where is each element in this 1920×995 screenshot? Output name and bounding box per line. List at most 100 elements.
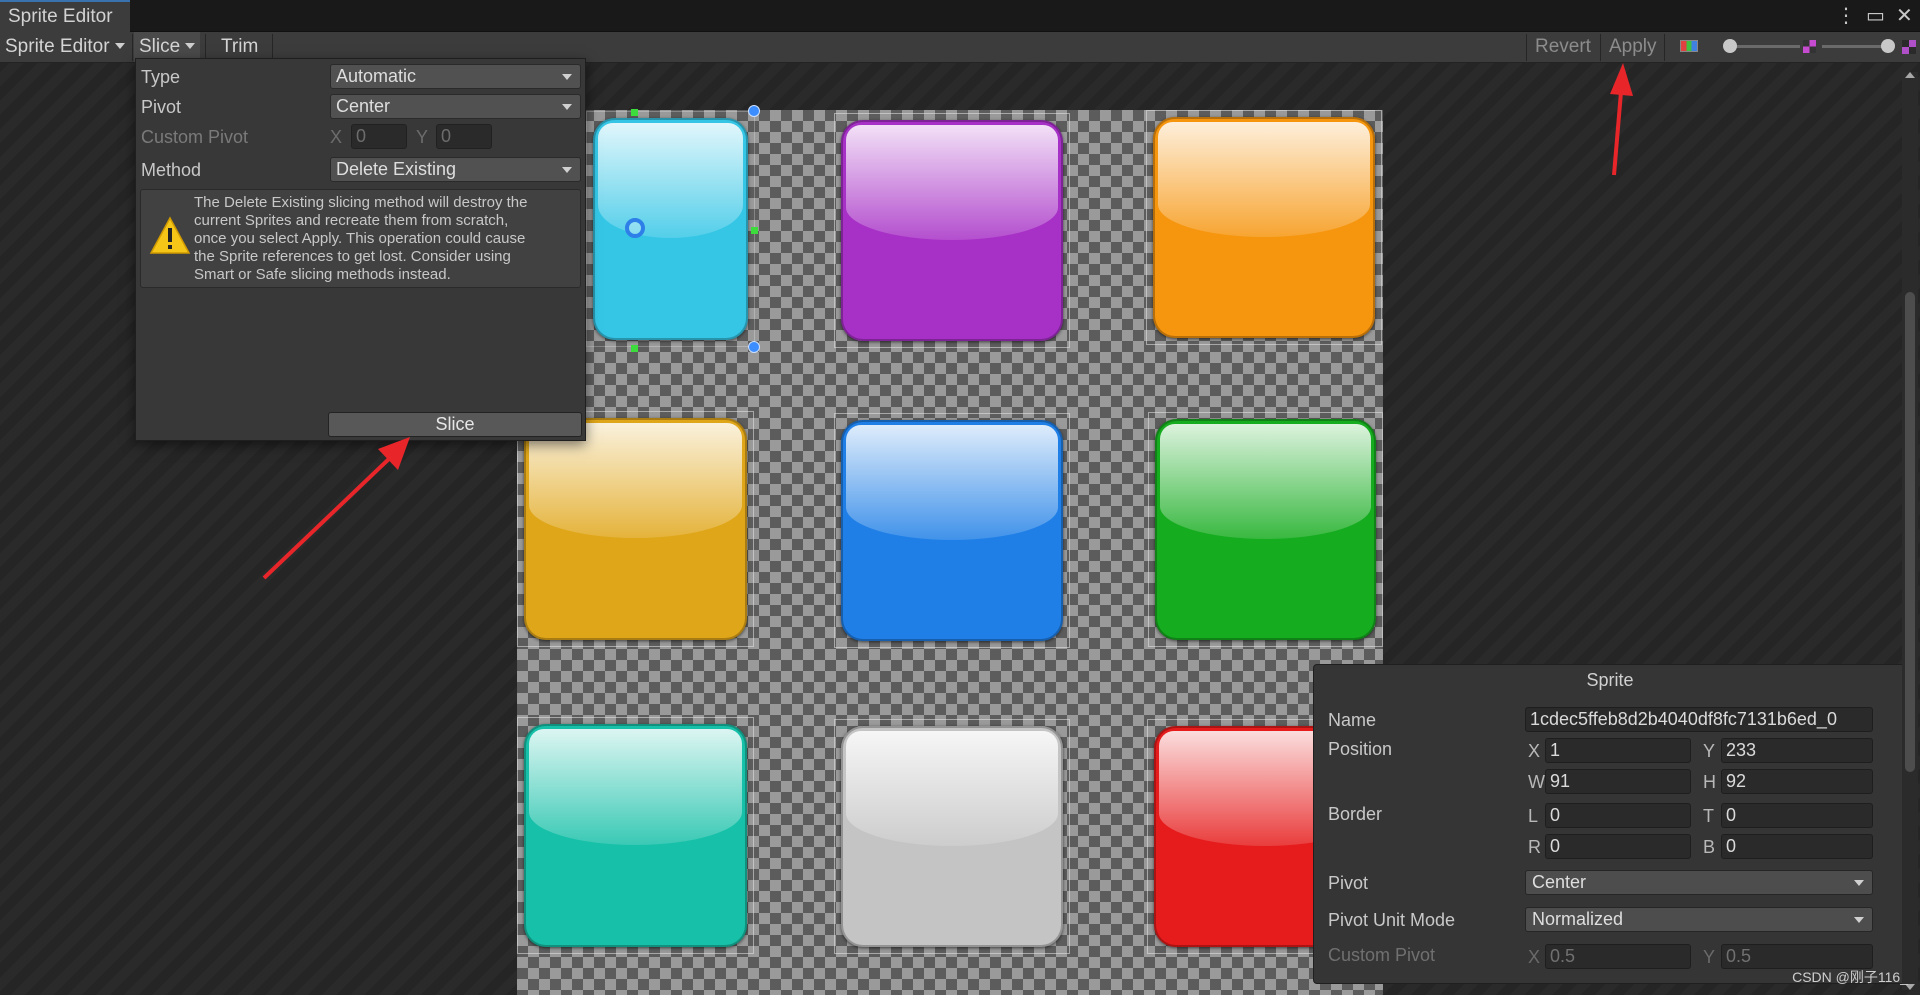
- method-label: Method: [141, 160, 202, 180]
- custom-pivot-y-label: Y: [1703, 947, 1716, 967]
- custom-pivot-y-label: Y: [416, 127, 429, 147]
- width-field[interactable]: 91: [1545, 769, 1691, 794]
- sprite-rect[interactable]: [517, 411, 754, 647]
- pivot-dropdown[interactable]: Center: [1525, 870, 1873, 895]
- scroll-thumb[interactable]: [1905, 292, 1915, 772]
- mipmap-high-icon: [1902, 40, 1916, 54]
- border-t-field[interactable]: 0: [1721, 803, 1873, 828]
- pos-x-label: X: [1528, 741, 1541, 761]
- warning-icon: [149, 216, 191, 254]
- sprite-rect[interactable]: [1148, 412, 1383, 647]
- custom-pivot-y-field[interactable]: 0: [436, 124, 492, 149]
- position-label: Position: [1328, 739, 1393, 759]
- custom-pivot-x-field[interactable]: 0.5: [1545, 944, 1691, 969]
- vertical-scrollbar[interactable]: [1902, 72, 1918, 990]
- sprite-tile-cyan: [593, 118, 748, 340]
- pivot-dropdown[interactable]: Center: [330, 94, 581, 119]
- resize-handle[interactable]: [751, 227, 758, 234]
- sprite-tile-silver: [841, 726, 1063, 947]
- warning-line: The Delete Existing slicing method will …: [194, 194, 528, 211]
- custom-pivot-x-label: X: [1528, 947, 1541, 967]
- pivot-unit-mode-label: Pivot Unit Mode: [1328, 910, 1456, 930]
- pos-y-field[interactable]: 233: [1721, 738, 1873, 763]
- zoom-slider-handle[interactable]: [1723, 39, 1737, 53]
- name-field[interactable]: 1cdec5ffeb8d2b4040df8fc7131b6ed_0: [1525, 707, 1873, 732]
- border-r-label: R: [1528, 837, 1541, 857]
- warning-help-box: The Delete Existing slicing method will …: [140, 189, 581, 288]
- mode-dropdown-label: Sprite Editor: [5, 36, 110, 57]
- chevron-down-icon: [185, 43, 196, 49]
- custom-pivot-x-field[interactable]: 0: [351, 124, 407, 149]
- border-l-label: L: [1528, 806, 1539, 826]
- height-field[interactable]: 92: [1721, 769, 1873, 794]
- pivot-label: Pivot: [141, 97, 182, 117]
- pivot-label: Pivot: [1328, 873, 1369, 893]
- pivot-handle[interactable]: [625, 218, 645, 238]
- sprite-rect[interactable]: [834, 413, 1070, 648]
- custom-pivot-y-field[interactable]: 0.5: [1721, 944, 1873, 969]
- border-b-label: B: [1703, 837, 1716, 857]
- sprite-tile-purple: [841, 120, 1063, 341]
- type-dropdown[interactable]: Automatic: [330, 64, 581, 89]
- warning-line: the Sprite references to get lost. Consi…: [194, 248, 511, 265]
- corner-handle[interactable]: [748, 105, 760, 117]
- toolbar-divider: [272, 34, 273, 61]
- height-label: H: [1703, 772, 1716, 792]
- kebab-icon[interactable]: ⋮: [1836, 3, 1856, 28]
- slice-popup: Type Automatic Pivot Center Custom Pivot…: [135, 58, 586, 441]
- sprite-rect[interactable]: [834, 719, 1070, 954]
- custom-pivot-x-label: X: [330, 127, 343, 147]
- color-channel-icon[interactable]: [1680, 40, 1698, 52]
- warning-line: once you select Apply. This operation co…: [194, 230, 526, 247]
- toolbar-divider: [1600, 34, 1601, 61]
- sprite-tile-blue: [841, 420, 1063, 641]
- method-dropdown[interactable]: Delete Existing: [330, 157, 581, 182]
- resize-handle[interactable]: [631, 109, 638, 116]
- mode-dropdown[interactable]: Sprite Editor: [0, 32, 130, 62]
- close-icon[interactable]: ✕: [1896, 3, 1913, 28]
- border-l-field[interactable]: 0: [1545, 803, 1691, 828]
- slice-menu-label: Slice: [139, 36, 181, 57]
- pivot-unit-mode-dropdown[interactable]: Normalized: [1525, 907, 1873, 932]
- custom-pivot-label: Custom Pivot: [141, 127, 249, 147]
- sprite-tile-gold: [524, 418, 747, 640]
- zoom-slider-track[interactable]: [1730, 45, 1800, 48]
- toolbar-divider: [1664, 34, 1665, 61]
- sprite-inspector-panel: Sprite Name 1cdec5ffeb8d2b4040df8fc7131b…: [1313, 664, 1907, 984]
- sprite-rect[interactable]: [517, 717, 754, 954]
- border-label: Border: [1328, 804, 1383, 824]
- width-label: W: [1528, 772, 1545, 792]
- border-r-field[interactable]: 0: [1545, 834, 1691, 859]
- maximize-icon[interactable]: ▭: [1866, 3, 1885, 28]
- scroll-up-icon[interactable]: [1905, 72, 1915, 78]
- sprite-rect-selected[interactable]: [586, 111, 755, 347]
- custom-pivot-label: Custom Pivot: [1328, 945, 1436, 965]
- pos-y-label: Y: [1703, 741, 1716, 761]
- toolbar-divider: [205, 34, 206, 61]
- corner-handle[interactable]: [748, 341, 760, 353]
- toolbar-divider: [132, 34, 133, 61]
- mip-slider-handle[interactable]: [1881, 39, 1895, 53]
- window-title-bar: Sprite Editor ⋮ ▭ ✕: [0, 0, 1920, 32]
- sprite-tile-green: [1155, 419, 1376, 640]
- sprite-rect[interactable]: [1146, 110, 1382, 345]
- window-tab[interactable]: Sprite Editor: [0, 0, 130, 32]
- sprite-rect[interactable]: [834, 113, 1070, 348]
- mipmap-low-icon: [1803, 40, 1816, 53]
- panel-title: Sprite: [1586, 670, 1634, 690]
- toolbar-divider: [1526, 34, 1527, 61]
- border-b-field[interactable]: 0: [1721, 834, 1873, 859]
- revert-button[interactable]: Revert: [1530, 32, 1596, 62]
- pos-x-field[interactable]: 1: [1545, 738, 1691, 763]
- warning-message: The Delete Existing slicing method will …: [194, 194, 578, 284]
- resize-handle[interactable]: [631, 345, 638, 352]
- chevron-down-icon: [114, 43, 125, 49]
- sprite-tile-orange: [1153, 117, 1375, 338]
- warning-line: current Sprites and recreate them from s…: [194, 212, 509, 229]
- border-t-label: T: [1703, 806, 1714, 826]
- apply-button[interactable]: Apply: [1604, 32, 1662, 62]
- warning-line: Smart or Safe slicing methods instead.: [194, 266, 451, 283]
- sprite-sheet[interactable]: [517, 105, 1383, 995]
- slice-button[interactable]: Slice: [328, 412, 582, 437]
- type-label: Type: [141, 67, 181, 87]
